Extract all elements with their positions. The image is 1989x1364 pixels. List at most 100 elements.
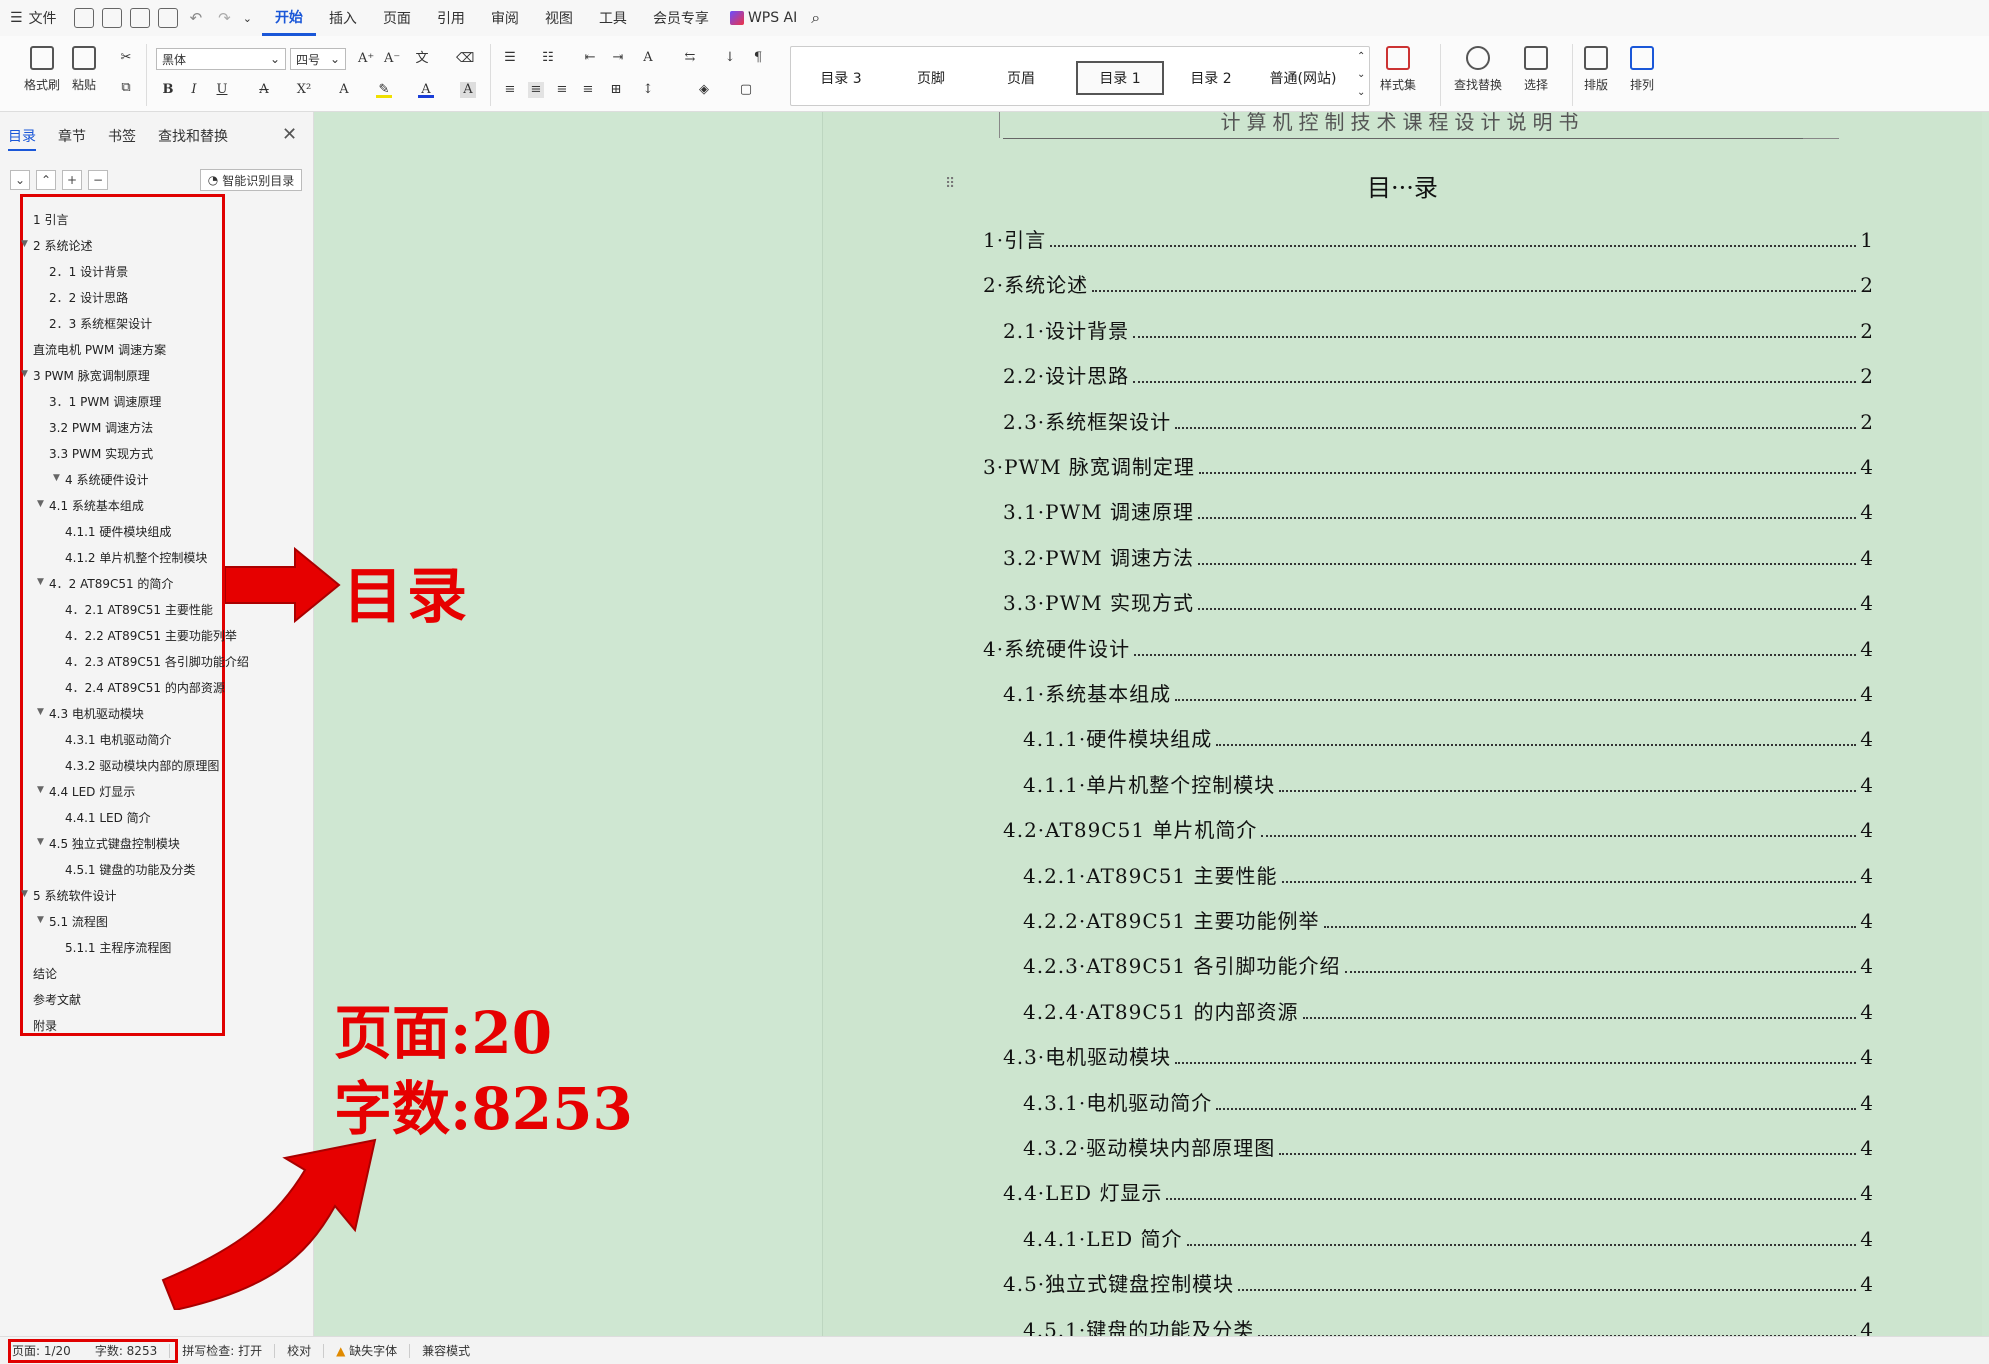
font-size-select[interactable]: 四号 ⌄	[290, 48, 346, 70]
style-header[interactable]: 页眉	[981, 61, 1061, 95]
nav-toc-item[interactable]: 2 系统论述	[33, 237, 92, 254]
tab-review[interactable]: 审阅	[478, 0, 532, 36]
underline-icon[interactable]: U	[214, 82, 230, 98]
nav-toc-item[interactable]: 4.1 系统基本组成	[49, 497, 144, 514]
grow-font-icon[interactable]: A⁺	[358, 51, 374, 67]
export-icon[interactable]	[101, 8, 122, 28]
tab-page[interactable]: 页面	[370, 0, 424, 36]
nav-toc-item[interactable]: 4.3.1 电机驱动简介	[65, 731, 171, 748]
doc-toc-line[interactable]: 4.2.1·AT89C51 主要性能 4	[1023, 860, 1873, 889]
bullet-list-icon[interactable]: ☰	[502, 50, 518, 66]
doc-toc-line[interactable]: 4.3·电机驱动模块 4	[1003, 1041, 1873, 1070]
nav-toc-item[interactable]: 5 系统软件设计	[33, 887, 116, 904]
doc-toc-line[interactable]: 4.1.1·硬件模块组成 4	[1023, 723, 1873, 752]
font-color-icon[interactable]: A	[418, 82, 434, 98]
italic-icon[interactable]: I	[186, 82, 202, 98]
expand-toggle-icon[interactable]: ▼	[53, 473, 60, 483]
document-area[interactable]: 计算机控制技术课程设计说明书 ⠿ 目···录 1·引言 1 2·系统论述 2 2.1·设…	[314, 112, 1989, 1336]
nav-toc-item[interactable]: 4.3.2 驱动模块内部的原理图	[65, 757, 219, 774]
doc-toc-line[interactable]: 4.2.2·AT89C51 主要功能例举 4	[1023, 905, 1873, 934]
numbered-list-icon[interactable]: ☷	[540, 50, 556, 66]
nav-tab-sections[interactable]: 章节	[58, 126, 86, 151]
decrease-indent-icon[interactable]: ⇤	[582, 50, 598, 66]
nav-toc-item[interactable]: 4.5 独立式键盘控制模块	[49, 835, 180, 852]
status-spellcheck[interactable]: 拼写检查: 打开	[170, 1342, 274, 1359]
nav-tab-find[interactable]: 查找和替换	[158, 126, 228, 151]
expand-toggle-icon[interactable]: ▼	[21, 239, 28, 249]
superscript-icon[interactable]: X²	[296, 82, 312, 98]
shading-icon[interactable]: ◈	[696, 82, 712, 98]
tab-tools[interactable]: 工具	[586, 0, 640, 36]
expand-toggle-icon[interactable]: ▼	[37, 577, 44, 587]
text-effect-icon[interactable]: A	[336, 82, 352, 98]
wps-ai-button[interactable]: WPS AI	[722, 10, 805, 26]
nav-toc-item[interactable]: 参考文献	[33, 991, 81, 1008]
expand-toggle-icon[interactable]: ▼	[37, 837, 44, 847]
copy-icon[interactable]: ⧉	[118, 80, 134, 96]
nav-toc-item[interactable]: 4.3 电机驱动模块	[49, 705, 144, 722]
nav-toc-item[interactable]: 4.1.1 硬件模块组成	[65, 523, 171, 540]
style-footer[interactable]: 页脚	[891, 61, 971, 95]
doc-toc-line[interactable]: 1·引言 1	[983, 224, 1873, 253]
document-page[interactable]: 计算机控制技术课程设计说明书 ⠿ 目···录 1·引言 1 2·系统论述 2 2.1·设…	[822, 112, 1982, 1336]
line-spacing-icon[interactable]: ↕	[640, 82, 656, 98]
paste-button[interactable]: 粘贴	[72, 46, 96, 93]
doc-toc-line[interactable]: 4.2.4·AT89C51 的内部资源 4	[1023, 996, 1873, 1025]
nav-toc-item[interactable]: 2．2 设计思路	[49, 289, 128, 306]
nav-toc-item[interactable]: 4．2.1 AT89C51 主要性能	[65, 601, 213, 618]
doc-toc-line[interactable]: 3.1·PWM 调速原理 4	[1003, 496, 1873, 525]
tab-member[interactable]: 会员专享	[640, 0, 722, 36]
nav-toc-item[interactable]: 4.4.1 LED 简介	[65, 809, 151, 826]
expand-up-icon[interactable]: ⌃	[36, 170, 56, 190]
add-heading-icon[interactable]: +	[62, 170, 82, 190]
nav-toc-item[interactable]: 3.3 PWM 实现方式	[49, 445, 153, 462]
nav-toc-item[interactable]: 直流电机 PWM 调速方案	[33, 341, 166, 358]
bold-icon[interactable]: B	[160, 82, 176, 98]
tab-references[interactable]: 引用	[424, 0, 478, 36]
doc-toc-line[interactable]: 4.2.3·AT89C51 各引脚功能介绍 4	[1023, 950, 1873, 979]
distributed-icon[interactable]: ⊞	[608, 82, 624, 98]
nav-toc-item[interactable]: 1 引言	[33, 211, 68, 228]
tab-home[interactable]: 开始	[261, 0, 316, 36]
expand-toggle-icon[interactable]: ▼	[37, 499, 44, 509]
select-button[interactable]: 选择	[1524, 46, 1548, 93]
style-scroll-down-icon[interactable]: ⌄	[1357, 69, 1365, 80]
nav-toc-item[interactable]: 附录	[33, 1017, 57, 1034]
expand-toggle-icon[interactable]: ▼	[37, 785, 44, 795]
chinese-layout-icon[interactable]: A	[640, 50, 656, 66]
nav-toc-item[interactable]: 2．1 设计背景	[49, 263, 128, 280]
highlight-icon[interactable]: ✎	[376, 82, 392, 98]
remove-heading-icon[interactable]: −	[88, 170, 108, 190]
redo-icon[interactable]: ↷	[218, 9, 231, 27]
nav-toc-item[interactable]: 4 系统硬件设计	[65, 471, 148, 488]
file-menu[interactable]: 文件	[27, 0, 70, 36]
style-normal-web[interactable]: 普通(网站)	[1253, 61, 1353, 95]
sort-icon[interactable]: ↓	[722, 50, 738, 66]
nav-toc-item[interactable]: 4.1.2 单片机整个控制模块	[65, 549, 207, 566]
style-toc1[interactable]: 目录 1	[1076, 61, 1164, 95]
style-expand-icon[interactable]: ⌄	[1357, 87, 1365, 98]
doc-toc-line[interactable]: 2.3·系统框架设计 2	[1003, 406, 1873, 435]
doc-toc-line[interactable]: 3.3·PWM 实现方式 4	[1003, 587, 1873, 616]
border-icon[interactable]: ▢	[738, 82, 754, 98]
style-toc2[interactable]: 目录 2	[1171, 61, 1251, 95]
doc-toc-line[interactable]: 2·系统论述 2	[983, 269, 1873, 298]
doc-toc-line[interactable]: 2.2·设计思路 2	[1003, 360, 1873, 389]
doc-toc-line[interactable]: 4.4.1·LED 简介 4	[1023, 1223, 1873, 1252]
nav-toc-item[interactable]: 3 PWM 脉宽调制原理	[33, 367, 150, 384]
align-right-icon[interactable]: ≡	[554, 82, 570, 98]
nav-toc-item[interactable]: 5.1 流程图	[49, 913, 108, 930]
nav-toc-item[interactable]: 3．1 PWM 调速原理	[49, 393, 161, 410]
expand-toggle-icon[interactable]: ▼	[37, 915, 44, 925]
doc-toc-line[interactable]: 3.2·PWM 调速方法 4	[1003, 542, 1873, 571]
nav-toc-item[interactable]: 4.4 LED 灯显示	[49, 783, 135, 800]
phonetic-icon[interactable]: 文	[414, 51, 430, 67]
nav-tab-bookmarks[interactable]: 书签	[108, 126, 136, 151]
doc-toc-line[interactable]: 4.3.2·驱动模块内部原理图 4	[1023, 1132, 1873, 1161]
print-preview-icon[interactable]	[157, 8, 178, 28]
nav-toc-item[interactable]: 2．3 系统框架设计	[49, 315, 152, 332]
doc-toc-line[interactable]: 4.5·独立式键盘控制模块 4	[1003, 1268, 1873, 1297]
nav-toc-item[interactable]: 5.1.1 主程序流程图	[65, 939, 171, 956]
find-replace-button[interactable]: 查找替换	[1454, 46, 1502, 93]
nav-toc-item[interactable]: 4．2.2 AT89C51 主要功能列举	[65, 627, 237, 644]
